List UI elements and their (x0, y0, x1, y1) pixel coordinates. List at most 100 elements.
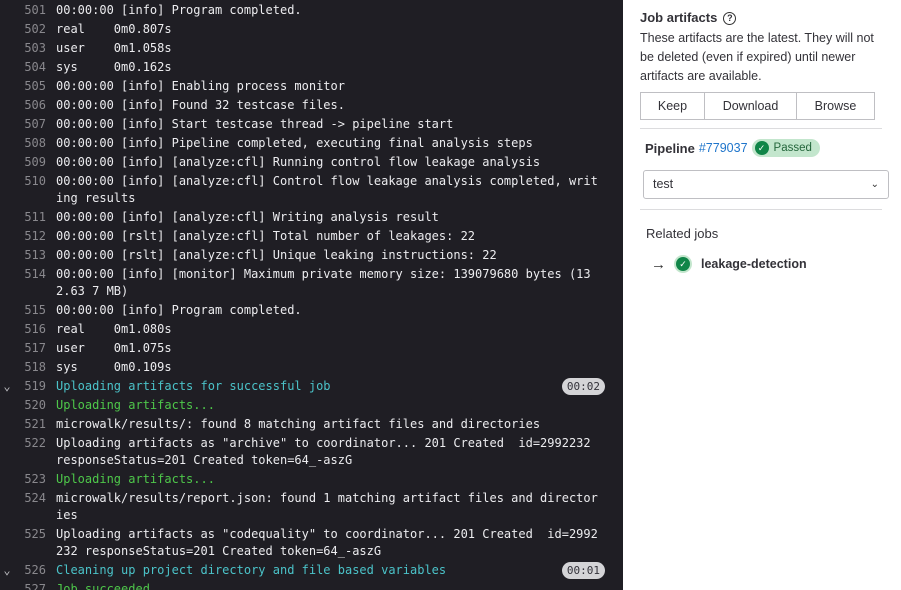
log-line: 522 Uploading artifacts as "archive" to c… (0, 434, 623, 470)
line-number[interactable]: 526 (14, 561, 56, 580)
line-number[interactable]: 518 (14, 358, 56, 377)
log-text: real 0m0.807s (56, 22, 172, 36)
stage-dropdown[interactable]: test ⌄ (643, 170, 889, 199)
log-text: 00:00:00 [info] [analyze:cfl] Writing an… (56, 210, 439, 224)
line-number[interactable]: 521 (14, 415, 56, 434)
keep-button[interactable]: Keep (640, 92, 705, 120)
log-section-header[interactable]: ⌄ 519 Uploading artifacts for successful j… (0, 377, 623, 396)
log-text: user 0m1.058s (56, 41, 172, 55)
line-number[interactable]: 520 (14, 396, 56, 415)
line-number[interactable]: 502 (14, 20, 56, 39)
log-line: 511 00:00:00 [info] [analyze:cfl] Writing… (0, 208, 623, 227)
log-line: 506 00:00:00 [info] Found 32 testcase fil… (0, 96, 623, 115)
log-line: 525 Uploading artifacts as "codequality" … (0, 525, 623, 561)
line-number[interactable]: 507 (14, 115, 56, 134)
artifact-button-group: Keep Download Browse (640, 92, 885, 120)
log-text: microwalk/results/report.json: found 1 m… (56, 491, 598, 522)
log-line: 512 00:00:00 [rslt] [analyze:cfl] Total n… (0, 227, 623, 246)
log-line: 502 real 0m0.807s (0, 20, 623, 39)
status-badge[interactable]: ✓ Passed (751, 139, 820, 157)
log-text: 00:00:00 [info] Enabling process monitor (56, 79, 345, 93)
stage-value: test (653, 177, 674, 191)
line-number[interactable]: 514 (14, 265, 56, 284)
log-text: 00:00:00 [info] Start testcase thread ->… (56, 117, 454, 131)
log-line: 501 00:00:00 [info] Program completed. (0, 1, 623, 20)
related-job-name[interactable]: leakage-detection (701, 257, 807, 271)
artifacts-description: These artifacts are the latest. They wil… (640, 31, 874, 83)
line-number[interactable]: 522 (14, 434, 56, 453)
chevron-down-icon[interactable]: ⌄ (0, 377, 14, 396)
line-number[interactable]: 504 (14, 58, 56, 77)
log-text: 00:00:00 [info] Program completed. (56, 303, 302, 317)
related-job-item[interactable]: → ✓ leakage-detection (651, 255, 807, 273)
log-line: 504 sys 0m0.162s (0, 58, 623, 77)
log-line: 517 user 0m1.075s (0, 339, 623, 358)
log-line: 513 00:00:00 [rslt] [analyze:cfl] Unique … (0, 246, 623, 265)
related-jobs-title: Related jobs (646, 226, 719, 241)
log-text: 00:00:00 [info] [analyze:cfl] Control fl… (56, 174, 598, 205)
log-text: user 0m1.075s (56, 341, 172, 355)
log-text: Uploading artifacts as "codequality" to … (56, 527, 598, 558)
line-number[interactable]: 510 (14, 172, 56, 191)
job-log: 501 00:00:00 [info] Program completed. 502… (0, 0, 623, 590)
line-number[interactable]: 524 (14, 489, 56, 508)
artifacts-section: Job artifacts? These artifacts are the l… (640, 9, 885, 120)
log-line: 521 microwalk/results/: found 8 matching … (0, 415, 623, 434)
log-text: microwalk/results/: found 8 matching art… (56, 417, 541, 431)
log-line: 516 real 0m1.080s (0, 320, 623, 339)
line-number[interactable]: 519 (14, 377, 56, 396)
download-button[interactable]: Download (705, 92, 797, 120)
browse-button[interactable]: Browse (797, 92, 875, 120)
log-text: Uploading artifacts for successful job (56, 379, 331, 393)
line-number[interactable]: 523 (14, 470, 56, 489)
status-text: Passed (773, 142, 812, 154)
line-number[interactable]: 517 (14, 339, 56, 358)
line-number[interactable]: 503 (14, 39, 56, 58)
log-text: 00:00:00 [info] [monitor] Maximum privat… (56, 267, 591, 298)
log-line: 520 Uploading artifacts... (0, 396, 623, 415)
log-line: 505 00:00:00 [info] Enabling process moni… (0, 77, 623, 96)
line-number[interactable]: 511 (14, 208, 56, 227)
log-line: 503 user 0m1.058s (0, 39, 623, 58)
log-line: 507 00:00:00 [info] Start testcase thread… (0, 115, 623, 134)
line-number[interactable]: 506 (14, 96, 56, 115)
log-section-header[interactable]: ⌄ 526 Cleaning up project directory and fi… (0, 561, 623, 580)
line-number[interactable]: 508 (14, 134, 56, 153)
line-number[interactable]: 527 (14, 580, 56, 590)
log-text: 00:00:00 [rslt] [analyze:cfl] Total numb… (56, 229, 476, 243)
duration-badge: 00:02 (561, 378, 605, 395)
line-number[interactable]: 515 (14, 301, 56, 320)
log-text: sys 0m0.162s (56, 60, 172, 74)
pipeline-row: Pipeline #779037 ✓ Passed (645, 139, 820, 157)
line-number[interactable]: 501 (14, 1, 56, 20)
log-text: 00:00:00 [rslt] [analyze:cfl] Unique lea… (56, 248, 497, 262)
status-success-icon: ✓ (674, 255, 692, 273)
log-line: 524 microwalk/results/report.json: found … (0, 489, 623, 525)
log-text: sys 0m0.109s (56, 360, 172, 374)
line-number[interactable]: 516 (14, 320, 56, 339)
artifacts-title: Job artifacts (640, 10, 718, 25)
log-text: 00:00:00 [info] Found 32 testcase files. (56, 98, 345, 112)
line-number[interactable]: 512 (14, 227, 56, 246)
log-line: 509 00:00:00 [info] [analyze:cfl] Running… (0, 153, 623, 172)
log-text: 00:00:00 [info] Program completed. (56, 3, 302, 17)
chevron-down-icon[interactable]: ⌄ (0, 561, 14, 580)
job-sidebar: Job artifacts? These artifacts are the l… (623, 0, 901, 590)
line-number[interactable]: 509 (14, 153, 56, 172)
pipeline-link[interactable]: #779037 (699, 141, 748, 155)
log-line: 508 00:00:00 [info] Pipeline completed, e… (0, 134, 623, 153)
log-text: Job succeeded (56, 582, 150, 590)
line-number[interactable]: 525 (14, 525, 56, 544)
duration-badge: 00:01 (561, 562, 605, 579)
help-icon[interactable]: ? (723, 12, 737, 25)
divider (640, 209, 882, 210)
log-lines: 501 00:00:00 [info] Program completed. 502… (0, 0, 623, 590)
log-text: 00:00:00 [info] Pipeline completed, exec… (56, 136, 533, 150)
line-number[interactable]: 513 (14, 246, 56, 265)
log-text: Uploading artifacts... (56, 398, 215, 412)
log-line: 510 00:00:00 [info] [analyze:cfl] Control… (0, 172, 623, 208)
log-line: 523 Uploading artifacts... (0, 470, 623, 489)
log-line: 518 sys 0m0.109s (0, 358, 623, 377)
line-number[interactable]: 505 (14, 77, 56, 96)
log-text: Uploading artifacts as "archive" to coor… (56, 436, 598, 467)
